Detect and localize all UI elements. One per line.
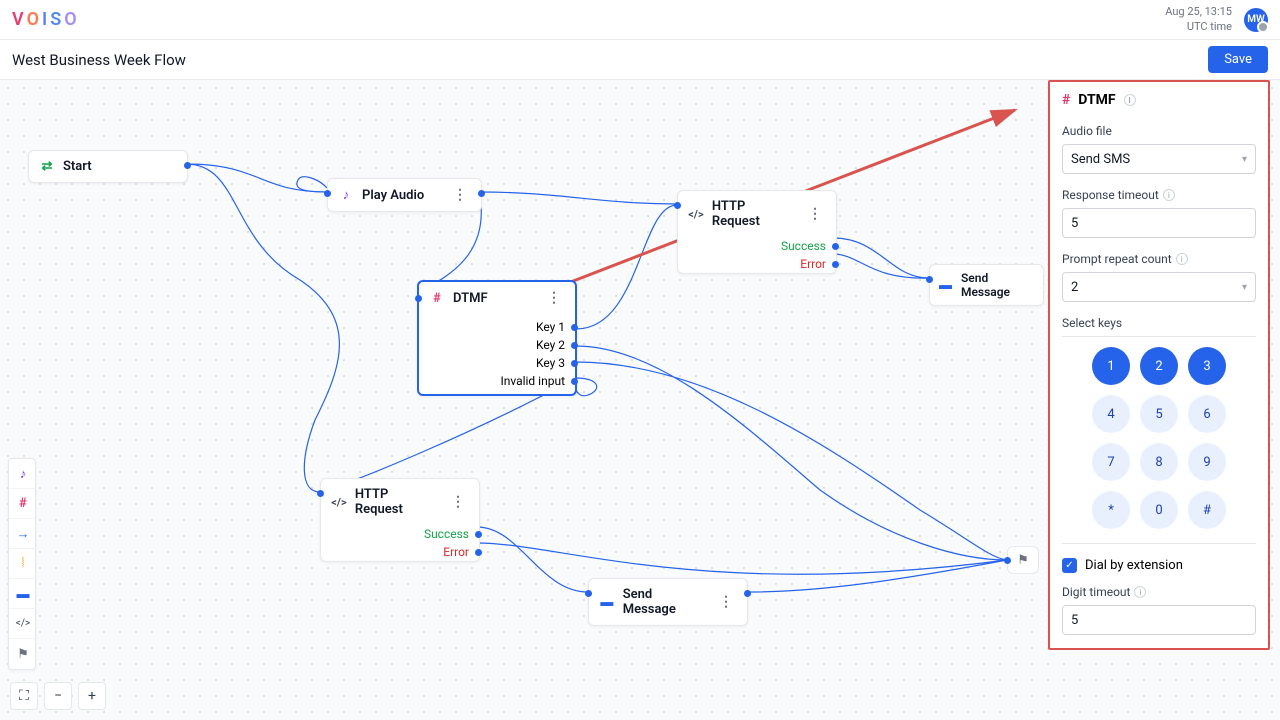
tool-end[interactable]: ⚑ [9,639,37,669]
flag-icon: ⚑ [1017,553,1029,568]
node-menu-icon[interactable]: ⋮ [715,594,737,610]
tool-http[interactable]: </> [9,609,37,639]
tz-line: UTC time [1165,20,1232,34]
avatar[interactable]: MW [1244,8,1268,32]
code-icon: </> [688,208,704,221]
checkbox-checked-icon: ✓ [1062,558,1077,573]
page-title: West Business Week Flow [12,51,186,69]
datetime-block: Aug 25, 13:15 UTC time [1165,5,1232,34]
chevron-down-icon: ▾ [1242,282,1247,293]
node-http-request-1[interactable]: </> HTTP Request ⋮ Success Error [677,190,837,274]
info-icon[interactable]: i [1134,586,1146,598]
zoom-controls: ⛶ − + [10,682,106,710]
key-1[interactable]: 1 [1092,347,1130,385]
prompt-repeat-label: Prompt repeat count [1062,252,1172,266]
key-6[interactable]: 6 [1188,395,1226,433]
node-menu-icon[interactable]: ⋮ [447,494,469,510]
zoom-in-button[interactable]: + [78,682,106,710]
hash-icon: # [429,291,445,306]
tool-broadcast[interactable]: ⦚ [9,549,37,579]
tool-dtmf[interactable]: # [9,489,37,519]
output-success: Success [424,527,469,541]
info-icon[interactable]: i [1176,253,1188,265]
tool-audio[interactable]: ♪ [9,459,37,489]
key-0[interactable]: 0 [1140,491,1178,529]
flow-canvas[interactable]: ⇄ Start ♪ Play Audio ⋮ </> HTTP Request … [0,80,1280,720]
prompt-repeat-select[interactable]: 2 ▾ [1062,272,1256,302]
audio-file-select[interactable]: Send SMS ▾ [1062,144,1256,174]
audio-file-label: Audio file [1062,124,1256,138]
node-label: Start [63,159,92,174]
node-send-message-2[interactable]: ▬ Send Message ⋮ [588,578,748,626]
top-header: VOISO Aug 25, 13:15 UTC time MW [0,0,1280,40]
fullscreen-button[interactable]: ⛶ [10,682,38,710]
response-timeout-label: Response timeout [1062,188,1159,202]
message-icon: ▬ [938,277,953,293]
code-icon: </> [331,496,347,509]
tool-route[interactable]: → [9,519,37,549]
node-send-message-1[interactable]: ▬ Send Message [929,264,1044,306]
output-error: Error [443,545,469,559]
output-key3: Key 3 [536,356,565,370]
keypad: 123 456 789 * 0 # [1062,347,1256,529]
dtmf-properties-panel: # DTMF i Audio file Send SMS ▾ Response … [1048,80,1270,650]
message-icon: ▬ [599,594,615,610]
tool-message[interactable]: ▬ [9,579,37,609]
info-icon[interactable]: i [1124,94,1136,106]
output-key1: Key 1 [536,320,565,334]
node-menu-icon[interactable]: ⋮ [449,187,471,203]
save-button[interactable]: Save [1208,46,1268,73]
node-label: Send Message [961,271,1035,299]
node-label: DTMF [453,291,488,306]
header-right: Aug 25, 13:15 UTC time MW [1165,5,1268,34]
output-error: Error [800,257,826,271]
key-8[interactable]: 8 [1140,443,1178,481]
dial-by-extension-checkbox[interactable]: ✓ Dial by extension [1062,558,1256,573]
start-icon: ⇄ [39,159,55,174]
node-label: Send Message [623,587,707,617]
hash-icon: # [1062,92,1070,108]
node-label: HTTP Request [712,199,796,229]
output-invalid: Invalid input [500,374,565,388]
node-end[interactable]: ⚑ [1007,546,1039,574]
logo: VOISO [12,9,80,30]
node-label: HTTP Request [355,487,439,517]
panel-title: # DTMF i [1062,92,1256,108]
node-play-audio[interactable]: ♪ Play Audio ⋮ [327,178,482,212]
side-toolbar: ♪ # → ⦚ ▬ </> ⚑ [8,458,36,670]
node-menu-icon[interactable]: ⋮ [543,290,565,306]
key-7[interactable]: 7 [1092,443,1130,481]
key-5[interactable]: 5 [1140,395,1178,433]
key-#[interactable]: # [1188,491,1226,529]
key-3[interactable]: 3 [1188,347,1226,385]
date-line: Aug 25, 13:15 [1165,5,1232,19]
key-9[interactable]: 9 [1188,443,1226,481]
digit-timeout-input[interactable] [1062,605,1256,635]
chevron-down-icon: ▾ [1242,154,1247,165]
node-http-request-2[interactable]: </> HTTP Request ⋮ Success Error [320,478,480,562]
key-4[interactable]: 4 [1092,395,1130,433]
info-icon[interactable]: i [1163,189,1175,201]
digit-timeout-label: Digit timeout [1062,585,1130,599]
zoom-out-button[interactable]: − [44,682,72,710]
select-keys-label: Select keys [1062,316,1256,330]
output-key2: Key 2 [536,338,565,352]
key-2[interactable]: 2 [1140,347,1178,385]
node-start[interactable]: ⇄ Start [28,150,188,183]
key-*[interactable]: * [1092,491,1130,529]
node-menu-icon[interactable]: ⋮ [804,206,826,222]
sub-header: West Business Week Flow Save [0,40,1280,80]
node-dtmf[interactable]: # DTMF ⋮ Key 1 Key 2 Key 3 Invalid input [417,280,577,396]
response-timeout-input[interactable] [1062,208,1256,238]
music-icon: ♪ [338,187,354,203]
node-label: Play Audio [362,188,424,203]
output-success: Success [781,239,826,253]
